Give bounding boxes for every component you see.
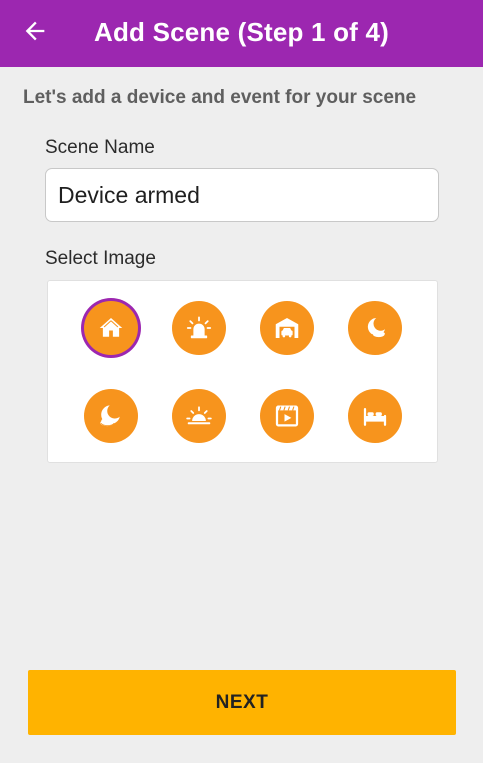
arrow-left-icon bbox=[25, 21, 45, 41]
sunrise-icon bbox=[186, 406, 212, 425]
page-title: Add Scene (Step 1 of 4) bbox=[94, 17, 389, 47]
image-option-alarm[interactable] bbox=[172, 301, 226, 355]
movie-play-icon bbox=[275, 405, 299, 427]
image-option-sunrise[interactable] bbox=[172, 389, 226, 443]
select-image-label: Select Image bbox=[45, 248, 156, 269]
bed-icon bbox=[363, 408, 387, 426]
image-option-night[interactable] bbox=[84, 389, 138, 443]
moon-clouds-icon bbox=[367, 318, 386, 338]
image-option-bedroom[interactable] bbox=[348, 389, 402, 443]
scene-name-input[interactable] bbox=[45, 168, 439, 222]
scene-name-label: Scene Name bbox=[45, 137, 155, 158]
app-bar: Add Scene (Step 1 of 4) bbox=[0, 0, 483, 67]
image-option-garage[interactable] bbox=[260, 301, 314, 355]
back-button[interactable] bbox=[18, 14, 52, 48]
image-picker-grid bbox=[47, 280, 438, 463]
image-option-movie[interactable] bbox=[260, 389, 314, 443]
moon-clouds-night-icon bbox=[100, 405, 120, 427]
alarm-siren-icon bbox=[186, 316, 212, 339]
image-option-home[interactable] bbox=[84, 301, 138, 355]
next-button[interactable]: NEXT bbox=[28, 670, 456, 735]
home-icon bbox=[99, 318, 123, 337]
image-option-moon-clouds[interactable] bbox=[348, 301, 402, 355]
instruction-heading: Let's add a device and event for your sc… bbox=[23, 87, 417, 108]
garage-car-icon bbox=[275, 318, 299, 338]
